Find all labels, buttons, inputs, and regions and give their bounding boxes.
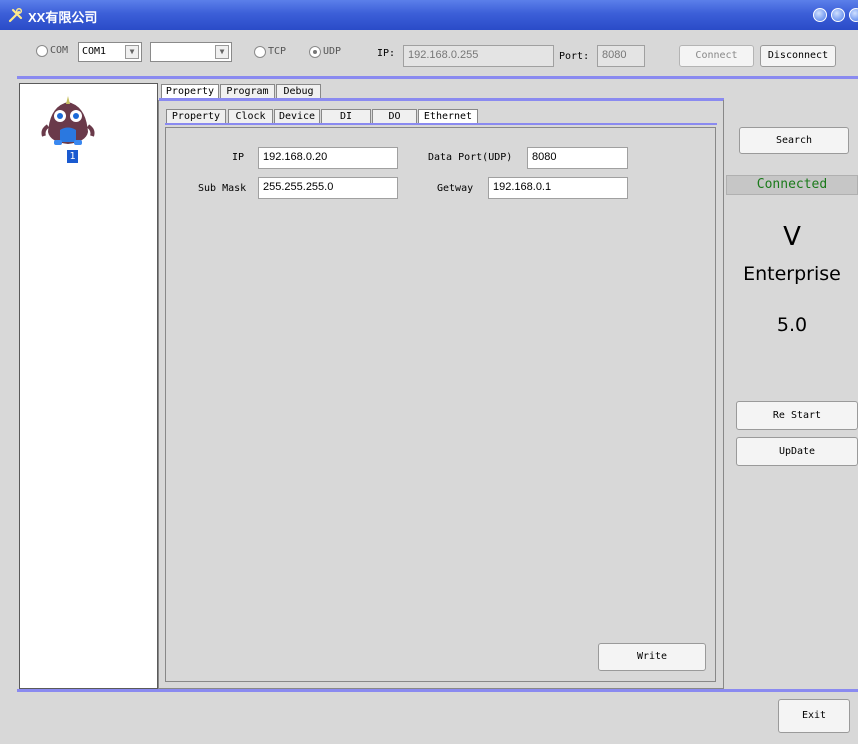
window-title: XX有限公司 xyxy=(28,10,98,25)
ip-field-label: IP xyxy=(232,152,245,163)
device-label[interactable]: 1 xyxy=(67,150,78,163)
version-letter: V xyxy=(783,222,801,252)
tab-clock[interactable]: Clock xyxy=(228,109,273,124)
search-button[interactable]: Search xyxy=(739,127,849,154)
tcp-radio[interactable] xyxy=(254,46,266,58)
gateway-value: 192.168.0.1 xyxy=(493,181,552,193)
tab-property-outer[interactable]: Property xyxy=(161,84,219,99)
toolbar-divider xyxy=(17,76,858,79)
connection-toolbar: COM COM1 ▼ ▼ TCP UDP IP: 192.168.0.255 P… xyxy=(0,31,858,75)
data-port-value: 8080 xyxy=(532,151,557,163)
submask-label: Sub Mask xyxy=(198,183,247,194)
tab-program[interactable]: Program xyxy=(220,84,275,99)
ethernet-panel xyxy=(165,127,716,682)
minimize-icon[interactable] xyxy=(813,8,827,22)
ip-input[interactable]: 192.168.0.255 xyxy=(403,45,554,67)
tab-device[interactable]: Device xyxy=(274,109,320,124)
device-robot-icon[interactable] xyxy=(40,92,96,148)
disconnect-button[interactable]: Disconnect xyxy=(760,45,836,67)
gateway-label: Getway xyxy=(437,183,474,194)
gateway-input[interactable]: 192.168.0.1 xyxy=(488,177,628,199)
chevron-down-icon[interactable]: ▼ xyxy=(215,45,229,59)
udp-label: UDP xyxy=(323,46,342,57)
chevron-down-icon[interactable]: ▼ xyxy=(125,45,139,59)
title-bar[interactable]: XX有限公司 xyxy=(0,0,858,30)
com-port-value: COM1 xyxy=(82,46,107,57)
tab-do[interactable]: DO xyxy=(372,109,417,124)
com-radio[interactable] xyxy=(36,45,48,57)
version-number: 5.0 xyxy=(776,314,808,336)
write-button[interactable]: Write xyxy=(598,643,706,671)
udp-radio[interactable] xyxy=(309,46,321,58)
close-icon[interactable] xyxy=(849,8,858,22)
connect-button[interactable]: Connect xyxy=(679,45,754,67)
data-port-input[interactable]: 8080 xyxy=(527,147,628,169)
tab-property-inner[interactable]: Property xyxy=(166,109,226,124)
tab-di[interactable]: DI xyxy=(321,109,371,124)
com-label: COM xyxy=(50,45,69,56)
restart-button[interactable]: Re Start xyxy=(736,401,858,430)
device-ip-input[interactable]: 192.168.0.20 xyxy=(258,147,398,169)
connection-status: Connected xyxy=(726,175,858,195)
edition-label: Enterprise xyxy=(743,263,841,285)
port-input[interactable]: 8080 xyxy=(597,45,645,67)
submask-input[interactable]: 255.255.255.0 xyxy=(258,177,398,199)
device-list[interactable]: 1 xyxy=(19,83,158,689)
ip-input-value: 192.168.0.255 xyxy=(408,49,479,61)
tab-debug[interactable]: Debug xyxy=(276,84,321,99)
maximize-icon[interactable] xyxy=(831,8,845,22)
port-label: Port: xyxy=(559,51,590,62)
bottom-divider xyxy=(17,689,858,692)
port-input-value: 8080 xyxy=(602,49,627,61)
submask-value: 255.255.255.0 xyxy=(263,181,334,193)
exit-button[interactable]: Exit xyxy=(778,699,850,733)
app-icon xyxy=(8,7,24,23)
ip-label: IP: xyxy=(377,48,396,59)
tcp-label: TCP xyxy=(268,46,287,57)
data-port-label: Data Port(UDP) xyxy=(428,152,513,163)
update-button[interactable]: UpDate xyxy=(736,437,858,466)
device-ip-value: 192.168.0.20 xyxy=(263,151,328,163)
inner-tab-underline xyxy=(165,123,717,125)
